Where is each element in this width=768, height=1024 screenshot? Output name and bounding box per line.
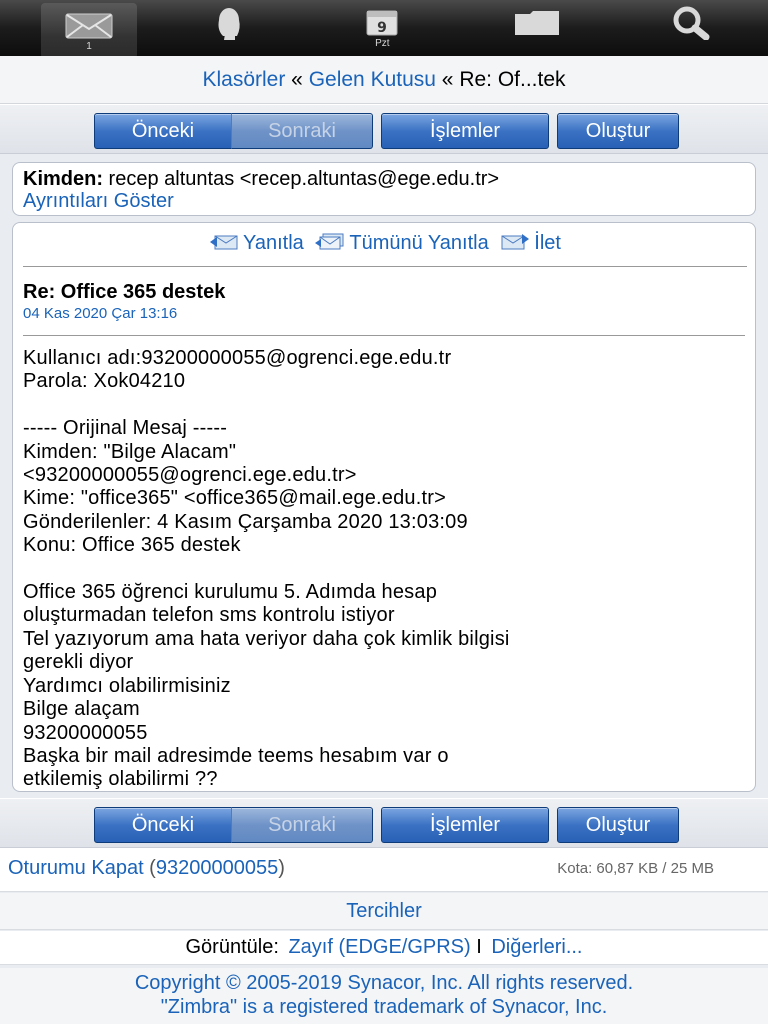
body-line: Bilge alaçam [23,698,140,721]
paren-close: ) [278,857,285,879]
reply-all-icon [315,225,345,265]
body-line [23,394,745,417]
logout-area: Oturumu Kapat (93200000055) [8,857,285,880]
body-line: Parola: Xok04210 [23,370,186,393]
preferences-link[interactable]: Tercihler [0,893,768,930]
trademark-line: "Zimbra" is a registered trademark of Sy… [160,996,608,1018]
calendar-icon: 9 [366,10,398,36]
reply-label: Yanıtla [243,232,304,254]
show-details-link[interactable]: Ayrıntıları Göster [23,190,745,212]
tab-search[interactable] [614,0,768,56]
actions-button[interactable]: İşlemler [381,113,549,149]
reply-all-link[interactable]: Tümünü Yanıtla [315,232,494,254]
bottom-toolbar: Önceki Sonraki İşlemler Oluştur [0,798,768,848]
body-line: Kimden: "Bilge Alacam" [23,440,237,463]
breadcrumb-current: Re: Of...tek [459,68,566,91]
breadcrumb-inbox[interactable]: Gelen Kutusu [309,68,436,91]
sender-label: Kimden: [23,168,103,190]
view-current-link[interactable]: Zayıf (EDGE/GPRS) [288,936,470,958]
reply-all-label: Tümünü Yanıtla [349,232,489,254]
breadcrumb-separator: « [285,68,309,91]
divider [23,335,745,336]
body-line: Konu: Office 365 destek [23,534,241,557]
top-toolbar: Önceki Sonraki İşlemler Oluştur [0,104,768,154]
body-line: gerekli diyor [23,651,134,674]
message-body: Kullanıcı adı:93200000055@ogrenci.ege.ed… [23,347,745,792]
calendar-weekday: Pzt [375,38,390,49]
message-date: 04 Kas 2020 Çar 13:16 [23,305,178,322]
reply-icon [209,225,239,265]
contacts-icon [211,8,245,40]
search-icon [670,6,712,40]
previous-button[interactable]: Önceki [94,807,232,843]
previous-button[interactable]: Önceki [94,113,232,149]
view-others-link[interactable]: Diğerleri... [491,936,582,958]
body-line: <93200000055@ogrenci.ege.edu.tr> [23,464,357,487]
message-actions: Yanıtla Tümünü Yanıtla İlet [23,223,747,267]
body-line: Yardımcı olabilirmisiniz [23,674,231,697]
folder-icon [514,10,560,36]
sender-line: Kimden: recep altuntas <recep.altuntas@e… [23,168,745,190]
body-line: oluşturmadan telefon sms kontrolu istiyo… [23,604,395,627]
message-panel: Yanıtla Tümünü Yanıtla İlet Re: Office 3… [12,222,756,792]
breadcrumb: Klasörler « Gelen Kutusu « Re: Of...tek [0,56,768,104]
forward-icon [500,225,530,265]
breadcrumb-separator: « [435,68,460,91]
body-line: Başka bir mail adresimde teems hesabım v… [23,744,449,767]
tab-folders[interactable] [460,0,614,56]
next-button[interactable]: Sonraki [231,113,373,149]
forward-label: İlet [534,232,561,254]
tab-calendar[interactable]: 9 Pzt [305,0,459,56]
body-line: etkilemiş olabilirmi ?? [23,768,218,791]
body-line: Tel yazıyorum ama hata veriyor daha çok … [23,627,510,650]
top-tab-bar: 1 9 Pzt [0,0,768,59]
sender-panel: Kimden: recep altuntas <recep.altuntas@e… [12,162,756,216]
forward-link[interactable]: İlet [500,232,561,254]
breadcrumb-folders[interactable]: Klasörler [202,68,285,91]
compose-button[interactable]: Oluştur [557,807,679,843]
body-line: Office 365 öğrenci kurulumu 5. Adımda he… [23,581,438,604]
tab-contacts[interactable] [151,0,305,56]
body-line: 93200000055 [23,721,148,744]
body-line: Kullanıcı adı:93200000055@ogrenci.ege.ed… [23,347,452,369]
copyright-line: Copyright © 2005-2019 Synacor, Inc. All … [134,972,634,994]
calendar-day: 9 [378,20,388,36]
next-button[interactable]: Sonraki [231,807,373,843]
account-row: Oturumu Kapat (93200000055) Kota: 60,87 … [0,848,768,892]
body-line: Gönderilenler: 4 Kasım Çarşamba 2020 13:… [23,510,468,533]
tab-mail[interactable]: 1 [41,3,137,59]
sender-address: recep altuntas <recep.altuntas@ege.edu.t… [103,168,500,190]
reply-link[interactable]: Yanıtla [209,232,309,254]
body-line [23,558,745,581]
body-line: Kime: "office365" <office365@mail.ege.ed… [23,487,447,510]
view-separator: I [470,936,488,958]
view-label: Görüntüle: [185,936,279,958]
paren-open: ( [143,857,156,879]
message-subject: Re: Office 365 destek [23,281,226,303]
copyright: Copyright © 2005-2019 Synacor, Inc. All … [0,968,768,1024]
actions-button[interactable]: İşlemler [381,807,549,843]
mail-icon [65,13,113,39]
view-mode-row: Görüntüle: Zayıf (EDGE/GPRS) I Diğerleri… [0,931,768,965]
body-line: ----- Orijinal Mesaj ----- [23,417,228,440]
logout-link[interactable]: Oturumu Kapat [8,857,144,879]
unread-count: 1 [86,41,92,52]
account-name: 93200000055 [155,857,279,879]
quota-text: Kota: 60,87 KB / 25 MB [557,860,714,877]
compose-button[interactable]: Oluştur [557,113,679,149]
